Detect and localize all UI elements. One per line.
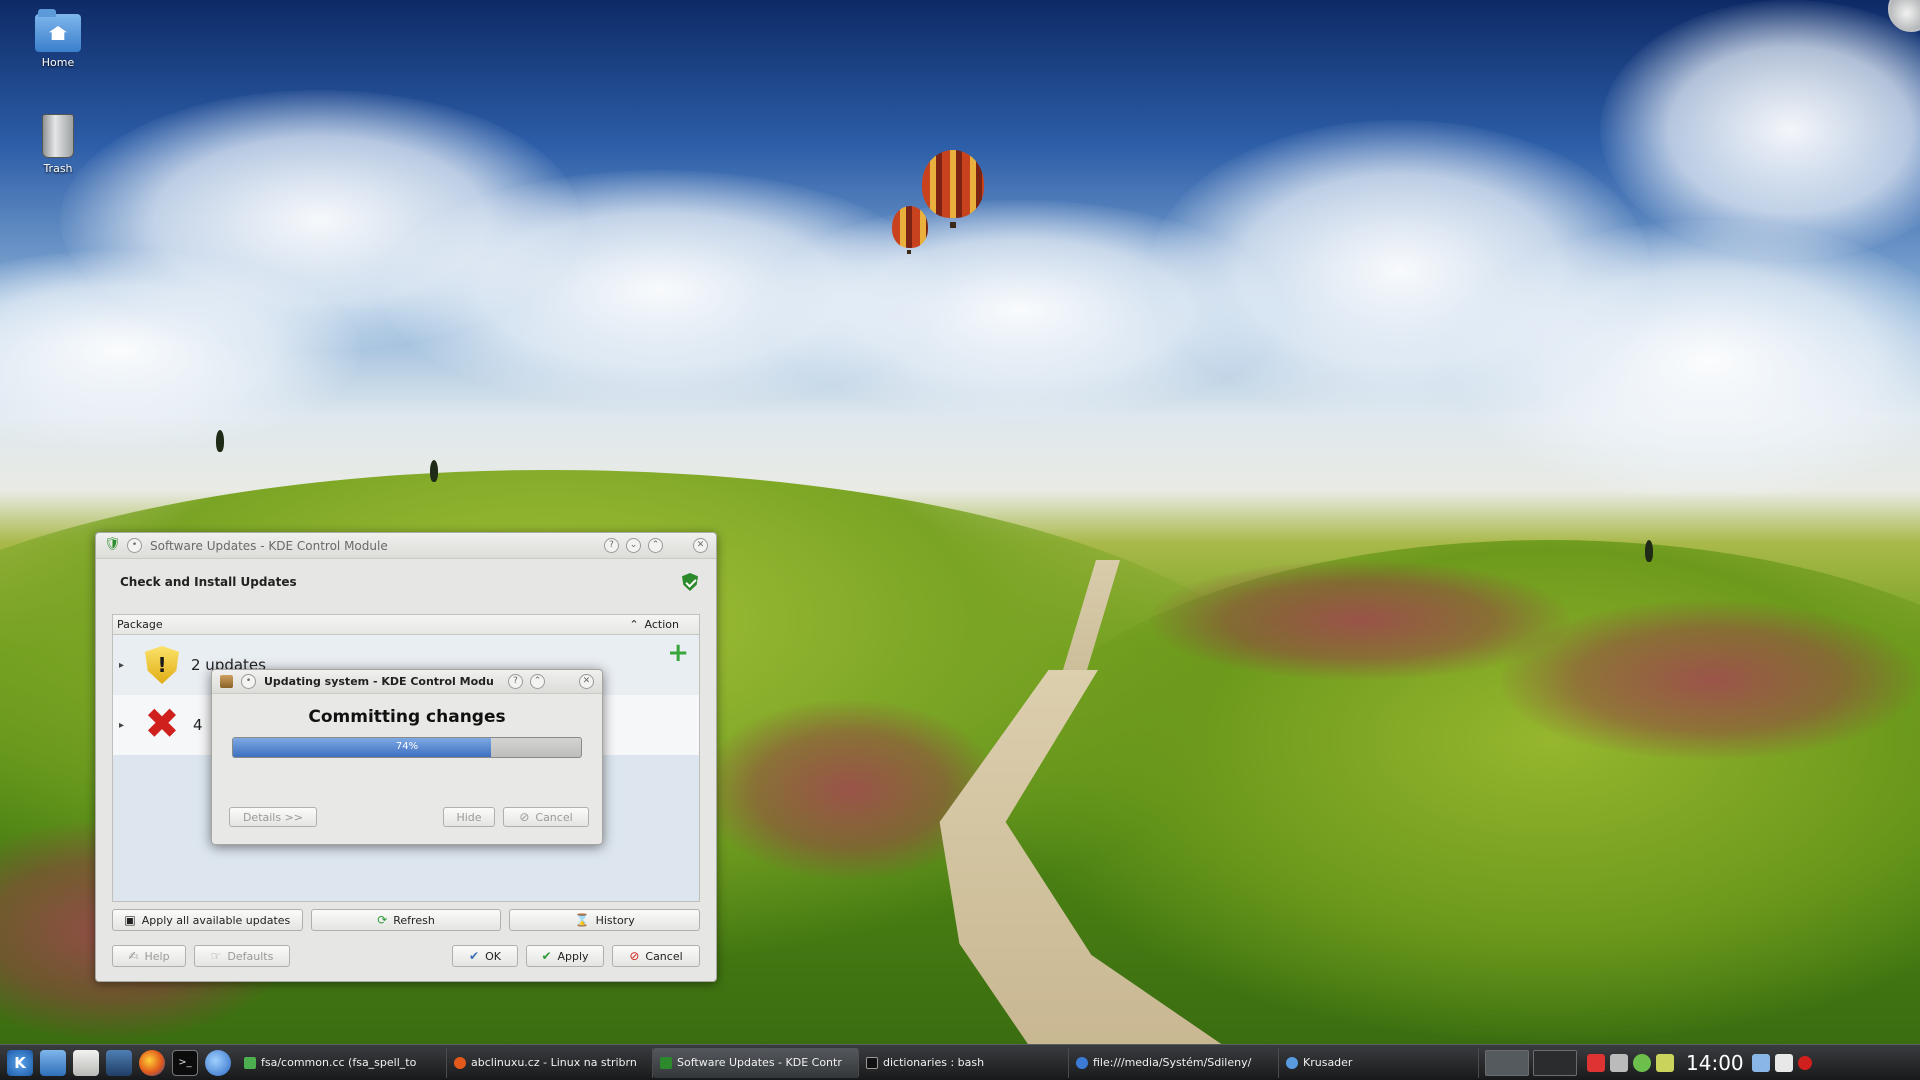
dialog-title: Updating system - KDE Control Modu xyxy=(264,675,494,688)
pager-desktop-2[interactable] xyxy=(1533,1049,1577,1076)
desktop-icon-home[interactable]: Home xyxy=(18,9,98,69)
progress-heading: Committing changes xyxy=(308,707,506,727)
progress-bar: 74% xyxy=(232,737,582,758)
documents-icon[interactable] xyxy=(73,1049,99,1076)
task-button[interactable]: dictionaries : bash xyxy=(859,1047,1069,1078)
updating-system-dialog: • Updating system - KDE Control Modu ? ⌃… xyxy=(211,669,603,845)
shield-icon xyxy=(660,1056,672,1069)
close-button[interactable]: ✕ xyxy=(579,674,594,689)
module-title: Check and Install Updates xyxy=(120,575,297,589)
volume-icon[interactable] xyxy=(1610,1053,1628,1072)
package-list-header: Package ⌃ Action xyxy=(113,615,699,635)
cancel-icon: ⊘ xyxy=(519,810,530,824)
desktop-icon-label: Trash xyxy=(43,162,73,175)
cancel-icon: ⊘ xyxy=(629,949,640,963)
checkmark-icon: ✔ xyxy=(469,949,480,963)
apply-button[interactable]: ✔ Apply xyxy=(526,945,604,967)
history-icon: ⌛ xyxy=(574,913,590,927)
defaults-button[interactable]: ☞ Defaults xyxy=(194,945,290,967)
column-header-action[interactable]: Action xyxy=(645,618,679,631)
help-button[interactable]: ✍ Help xyxy=(112,945,186,967)
taskbar: K >_ fsa/common.cc (fsa_spell_to abclinu… xyxy=(0,1044,1920,1080)
error-x-icon: ✖ xyxy=(144,699,180,748)
checkmark-icon: ✔ xyxy=(541,949,552,963)
refresh-icon: ⟳ xyxy=(377,913,388,927)
shield-icon[interactable]: 🛡 xyxy=(104,538,121,553)
help-icon: ✍ xyxy=(128,949,139,963)
refresh-button[interactable]: ⟳ Refresh xyxy=(310,909,502,931)
apply-all-updates-button[interactable]: ▣ Apply all available updates xyxy=(112,909,303,931)
clock[interactable]: 14:00 xyxy=(1686,1051,1744,1075)
desktop-pager xyxy=(1485,1049,1577,1076)
system-tray xyxy=(1587,1053,1674,1072)
firefox-icon[interactable] xyxy=(139,1049,165,1076)
history-button[interactable]: ⌛ History xyxy=(509,909,701,931)
krusader-icon xyxy=(1286,1056,1298,1069)
task-button[interactable]: Krusader xyxy=(1279,1047,1479,1078)
trash-icon xyxy=(42,114,74,158)
konqueror-icon[interactable] xyxy=(205,1049,231,1076)
defaults-icon: ☞ xyxy=(210,949,222,963)
pager-desktop-1[interactable] xyxy=(1485,1049,1529,1076)
window-menu-button[interactable]: • xyxy=(241,674,256,689)
module-header: Check and Install Updates xyxy=(96,559,716,605)
kate-icon xyxy=(244,1056,256,1069)
firefox-icon xyxy=(454,1056,466,1069)
konqueror-icon xyxy=(1076,1056,1088,1069)
network-icon[interactable] xyxy=(1751,1053,1770,1072)
maximize-button[interactable]: ⌃ xyxy=(530,674,545,689)
dialog-cancel-button[interactable]: ⊘ Cancel xyxy=(503,807,589,827)
terminal-icon xyxy=(866,1056,878,1069)
expand-arrow-icon[interactable]: ▸ xyxy=(119,660,133,671)
keyboard-layout-icon[interactable] xyxy=(1587,1053,1605,1072)
warning-shield-icon: ! xyxy=(145,646,179,684)
home-folder-icon xyxy=(35,9,81,52)
window-menu-button[interactable]: • xyxy=(127,538,142,553)
task-list: fsa/common.cc (fsa_spell_to abclinuxu.cz… xyxy=(237,1047,1479,1078)
details-button[interactable]: Details >> xyxy=(229,807,317,827)
close-button[interactable]: ✕ xyxy=(693,538,708,553)
cancel-button[interactable]: ⊘ Cancel xyxy=(612,945,700,967)
file-manager-icon[interactable] xyxy=(40,1049,66,1076)
update-notifier-icon[interactable] xyxy=(1633,1053,1651,1072)
task-button[interactable]: abclinuxu.cz - Linux na stribrn xyxy=(447,1047,653,1078)
window-title: Software Updates - KDE Control Module xyxy=(150,538,388,553)
klipper-icon[interactable] xyxy=(1774,1053,1793,1072)
kde-menu-icon[interactable]: K xyxy=(7,1049,33,1076)
shield-check-icon xyxy=(682,573,698,591)
ok-button[interactable]: ✔ OK xyxy=(452,945,518,967)
task-button[interactable]: fsa/common.cc (fsa_spell_to xyxy=(237,1047,447,1078)
minimize-button[interactable]: ⌄ xyxy=(626,538,641,553)
desktop-icon-trash[interactable]: Trash xyxy=(18,114,98,175)
package-icon: ▣ xyxy=(124,913,136,927)
window-titlebar[interactable]: 🛡 • Software Updates - KDE Control Modul… xyxy=(96,533,716,559)
terminal-icon[interactable]: >_ xyxy=(172,1049,198,1076)
help-titlebar-button[interactable]: ? xyxy=(604,538,619,553)
desktop-icon-label: Home xyxy=(41,56,75,69)
package-icon xyxy=(220,675,233,688)
hide-button[interactable]: Hide xyxy=(443,807,495,827)
dialog-titlebar[interactable]: • Updating system - KDE Control Modu ? ⌃… xyxy=(212,670,602,694)
power-icon[interactable] xyxy=(1797,1055,1812,1070)
task-button[interactable]: file:///media/Systém/Sdileny/ xyxy=(1069,1047,1279,1078)
help-titlebar-button[interactable]: ? xyxy=(508,674,523,689)
list-item-label: 4 xyxy=(193,716,203,734)
maximize-button[interactable]: ⌃ xyxy=(648,538,663,553)
sort-ascending-icon: ⌃ xyxy=(629,618,639,631)
column-header-package[interactable]: Package xyxy=(117,618,163,631)
desktop-switch-icon[interactable] xyxy=(106,1049,132,1076)
progress-percent: 74% xyxy=(395,741,419,752)
battery-icon[interactable] xyxy=(1656,1053,1674,1072)
task-button-active[interactable]: Software Updates - KDE Contr xyxy=(653,1047,859,1078)
add-icon[interactable]: + xyxy=(667,640,689,666)
expand-arrow-icon[interactable]: ▸ xyxy=(119,720,133,731)
